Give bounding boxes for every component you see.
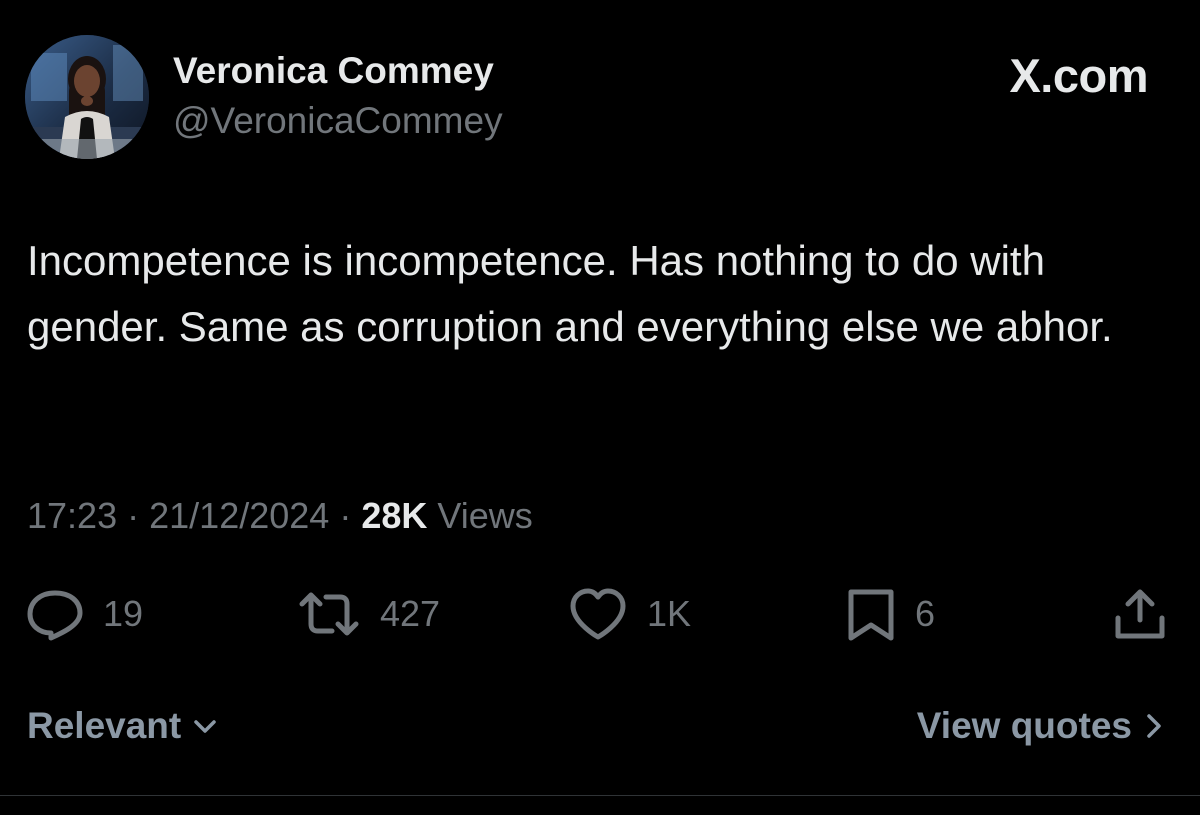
like-button[interactable]: 1K: [567, 586, 691, 642]
repost-count: 427: [380, 593, 441, 634]
tweet-time[interactable]: 17:23: [27, 495, 117, 536]
reply-button[interactable]: 19: [25, 586, 143, 642]
chevron-right-icon: [1142, 710, 1166, 742]
bookmark-icon: [845, 586, 897, 642]
view-quotes-button[interactable]: View quotes: [917, 705, 1166, 747]
tweet-date[interactable]: 21/12/2024: [149, 495, 329, 536]
reply-icon: [25, 586, 85, 642]
chevron-down-icon: [191, 714, 219, 738]
views-count: 28K: [361, 495, 428, 536]
share-icon: [1110, 586, 1170, 642]
author-handle[interactable]: @VeronicaCommey: [173, 100, 503, 142]
site-label: X.com: [1009, 49, 1148, 102]
repost-button[interactable]: 427: [296, 586, 440, 642]
heart-icon: [567, 586, 629, 642]
like-count: 1K: [647, 593, 692, 634]
reply-count: 19: [103, 593, 144, 634]
repost-icon: [296, 586, 362, 642]
bookmark-button[interactable]: 6: [845, 586, 935, 642]
sort-replies-button[interactable]: Relevant: [27, 705, 219, 747]
share-button[interactable]: [1110, 586, 1170, 642]
meta-separator: ·: [127, 495, 140, 536]
meta-separator: ·: [339, 495, 352, 536]
divider: [0, 795, 1200, 796]
tweet-text: Incompetence is incompetence. Has nothin…: [27, 237, 1113, 350]
view-quotes-label: View quotes: [916, 705, 1132, 746]
avatar-photo: [25, 35, 149, 159]
sort-label: Relevant: [27, 705, 182, 746]
author-name[interactable]: Veronica Commey: [173, 50, 494, 92]
tweet-meta: 17:23 · 21/12/2024 · 28K Views: [27, 495, 533, 537]
bookmark-count: 6: [915, 593, 936, 634]
avatar[interactable]: [25, 35, 149, 159]
views-label: Views: [437, 495, 533, 536]
